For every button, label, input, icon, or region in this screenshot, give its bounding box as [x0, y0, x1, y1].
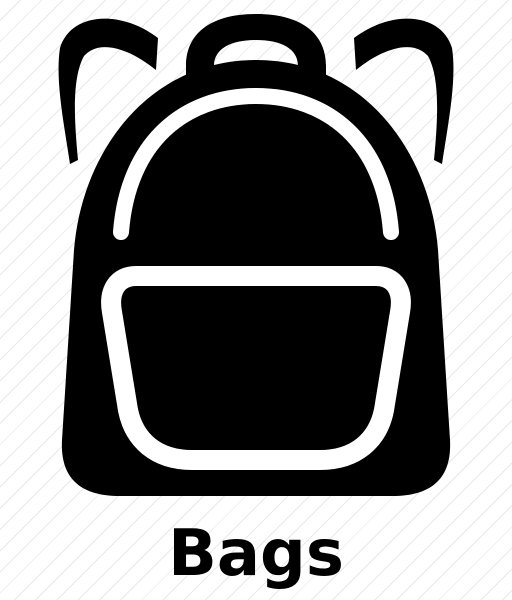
backpack-icon — [58, 14, 454, 496]
category-label: Bags — [168, 517, 344, 591]
icon-card: Bags — [0, 0, 512, 600]
backpack-icon-container — [0, 0, 512, 515]
